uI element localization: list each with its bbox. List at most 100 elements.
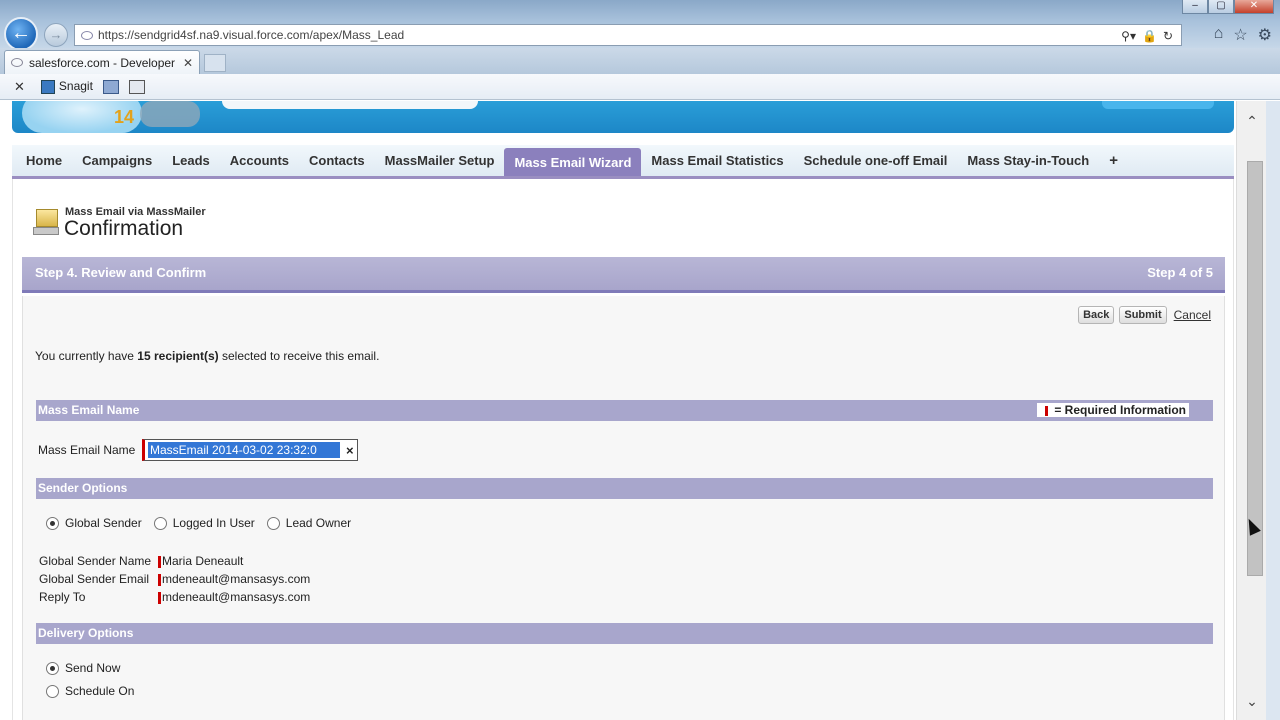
all-tabs-plus-icon[interactable]: +: [1099, 145, 1128, 176]
global-sender-email-field: mdeneault@mansasys.com: [158, 572, 310, 586]
required-info-legend: = Required Information: [1037, 403, 1189, 417]
radio-global-sender-label: Global Sender: [65, 516, 142, 530]
snagit-button[interactable]: Snagit: [40, 79, 93, 94]
browser-tab-row: salesforce.com - Developer ... ✕: [0, 48, 1280, 74]
scroll-thumb[interactable]: [1247, 161, 1263, 576]
tab-contacts[interactable]: Contacts: [299, 145, 375, 176]
logo-decoration: [140, 101, 200, 127]
delivery-schedule-on: Schedule On: [46, 684, 134, 698]
mass-email-name-input[interactable]: MassEmail 2014-03-02 23:32:0 ×: [142, 439, 358, 461]
section-mass-email-name: Mass Email Name = Required Information: [36, 400, 1213, 421]
tab-mass-stay-in-touch[interactable]: Mass Stay-in-Touch: [957, 145, 1099, 176]
cancel-link[interactable]: Cancel: [1174, 308, 1211, 322]
radio-send-now[interactable]: [46, 661, 59, 675]
section-title: Delivery Options: [38, 626, 134, 640]
reply-to-label: Reply To: [39, 590, 86, 604]
back-button[interactable]: Back: [1078, 306, 1115, 324]
back-arrow-icon[interactable]: ←: [4, 17, 38, 51]
section-title: Sender Options: [38, 481, 128, 495]
clear-input-icon[interactable]: ×: [346, 443, 354, 458]
browser-toolbar: ✕ Snagit: [0, 74, 1280, 100]
tab-campaigns[interactable]: Campaigns: [72, 145, 162, 176]
scroll-down-icon[interactable]: ⌄: [1237, 693, 1267, 710]
radio-lead-owner[interactable]: [266, 516, 280, 530]
delivery-send-now: Send Now: [46, 661, 120, 675]
tab-title: salesforce.com - Developer ...: [29, 55, 179, 70]
recipient-suffix: selected to receive this email.: [218, 349, 380, 363]
radio-global-sender[interactable]: [46, 516, 59, 530]
close-window-button[interactable]: ✕: [1234, 0, 1274, 14]
radio-logged-in-user[interactable]: [153, 516, 167, 530]
recipient-count: 15 recipient(s): [137, 349, 219, 363]
tab-leads[interactable]: Leads: [162, 145, 220, 176]
home-icon[interactable]: ⌂: [1214, 25, 1224, 45]
header-search-input[interactable]: [222, 101, 478, 109]
tab-close-icon[interactable]: ✕: [183, 56, 193, 70]
tab-favicon-icon: [11, 58, 23, 67]
close-toolbar-icon[interactable]: ✕: [14, 79, 25, 95]
app-nav-tabs: Home Campaigns Leads Accounts Contacts M…: [12, 145, 1234, 179]
mass-email-name-label: Mass Email Name: [38, 443, 136, 457]
refresh-icon[interactable]: ↻: [1163, 29, 1173, 43]
sender-options-group: Global Sender Logged In User Lead Owner: [46, 516, 351, 530]
url-text: https://sendgrid4sf.na9.visual.force.com…: [98, 28, 405, 42]
window-edge: [1266, 101, 1280, 720]
tab-mass-email-wizard[interactable]: Mass Email Wizard: [504, 148, 642, 176]
page-title: Confirmation: [64, 217, 184, 240]
wizard-panel: Back Submit Cancel You currently have 15…: [22, 296, 1225, 720]
capture-window-icon[interactable]: [128, 79, 145, 94]
new-tab-button[interactable]: [204, 54, 226, 72]
minimize-button[interactable]: –: [1182, 0, 1208, 14]
step-header: Step 4. Review and Confirm Step 4 of 5: [22, 257, 1225, 293]
search-icon[interactable]: ⚲▾: [1121, 29, 1136, 43]
tab-schedule-one-off-email[interactable]: Schedule one-off Email: [794, 145, 958, 176]
logo-badge: 14: [114, 107, 135, 127]
radio-schedule-on[interactable]: [46, 684, 59, 698]
scroll-up-icon[interactable]: ⌃: [1237, 113, 1267, 130]
section-sender-options: Sender Options: [36, 478, 1213, 499]
lock-icon[interactable]: 🔒: [1142, 29, 1157, 43]
radio-logged-in-user-label: Logged In User: [172, 516, 255, 530]
required-info-text: = Required Information: [1054, 403, 1186, 417]
reply-to-value: mdeneault@mansasys.com: [162, 590, 311, 604]
submit-button[interactable]: Submit: [1119, 306, 1167, 324]
page-scrollbar[interactable]: ⌃ ⌄: [1236, 101, 1266, 720]
mass-email-name-value: MassEmail 2014-03-02 23:32:0: [148, 442, 340, 458]
capture-icon[interactable]: [102, 79, 119, 94]
section-title: Mass Email Name: [38, 403, 140, 417]
global-sender-email-value: mdeneault@mansasys.com: [162, 572, 311, 586]
section-delivery-options: Delivery Options: [36, 623, 1213, 644]
tab-mass-email-statistics[interactable]: Mass Email Statistics: [641, 145, 793, 176]
snagit-label: Snagit: [58, 79, 93, 94]
tab-massmailer-setup[interactable]: MassMailer Setup: [375, 145, 505, 176]
snagit-icon: [40, 79, 55, 94]
browser-tab[interactable]: salesforce.com - Developer ... ✕: [4, 50, 200, 74]
forward-arrow-icon[interactable]: →: [44, 23, 68, 47]
step-counter: Step 4 of 5: [1147, 265, 1213, 280]
required-marker: [158, 573, 161, 586]
recipient-prefix: You currently have: [35, 349, 138, 363]
header-user-menu[interactable]: [1102, 101, 1214, 109]
required-marker: [158, 555, 161, 568]
window-controls: – ▢ ✕: [1182, 0, 1274, 16]
radio-send-now-label: Send Now: [65, 661, 121, 675]
maximize-button[interactable]: ▢: [1208, 0, 1234, 14]
step-title: Step 4. Review and Confirm: [35, 265, 207, 280]
tab-accounts[interactable]: Accounts: [220, 145, 299, 176]
action-buttons: Back Submit Cancel: [1078, 306, 1211, 324]
reply-to-field: mdeneault@mansasys.com: [158, 590, 310, 604]
global-sender-name-value: Maria Deneault: [162, 554, 244, 568]
global-sender-name-field: Maria Deneault: [158, 554, 243, 568]
required-marker: [158, 591, 161, 604]
star-icon[interactable]: ☆: [1233, 25, 1247, 45]
recipient-summary: You currently have 15 recipient(s) selec…: [35, 349, 379, 363]
radio-schedule-on-label: Schedule On: [65, 684, 135, 698]
required-marker: [1045, 405, 1049, 416]
gear-icon[interactable]: ⚙: [1258, 25, 1272, 45]
page-favicon-icon: [81, 30, 93, 40]
tab-home[interactable]: Home: [16, 145, 72, 176]
mass-email-icon: [33, 209, 59, 237]
address-bar[interactable]: https://sendgrid4sf.na9.visual.force.com…: [74, 24, 1182, 46]
page-viewport: 14 Home Campaigns Leads Accounts Contact…: [0, 101, 1236, 720]
content-frame: Mass Email via MassMailer Confirmation S…: [12, 179, 1234, 720]
